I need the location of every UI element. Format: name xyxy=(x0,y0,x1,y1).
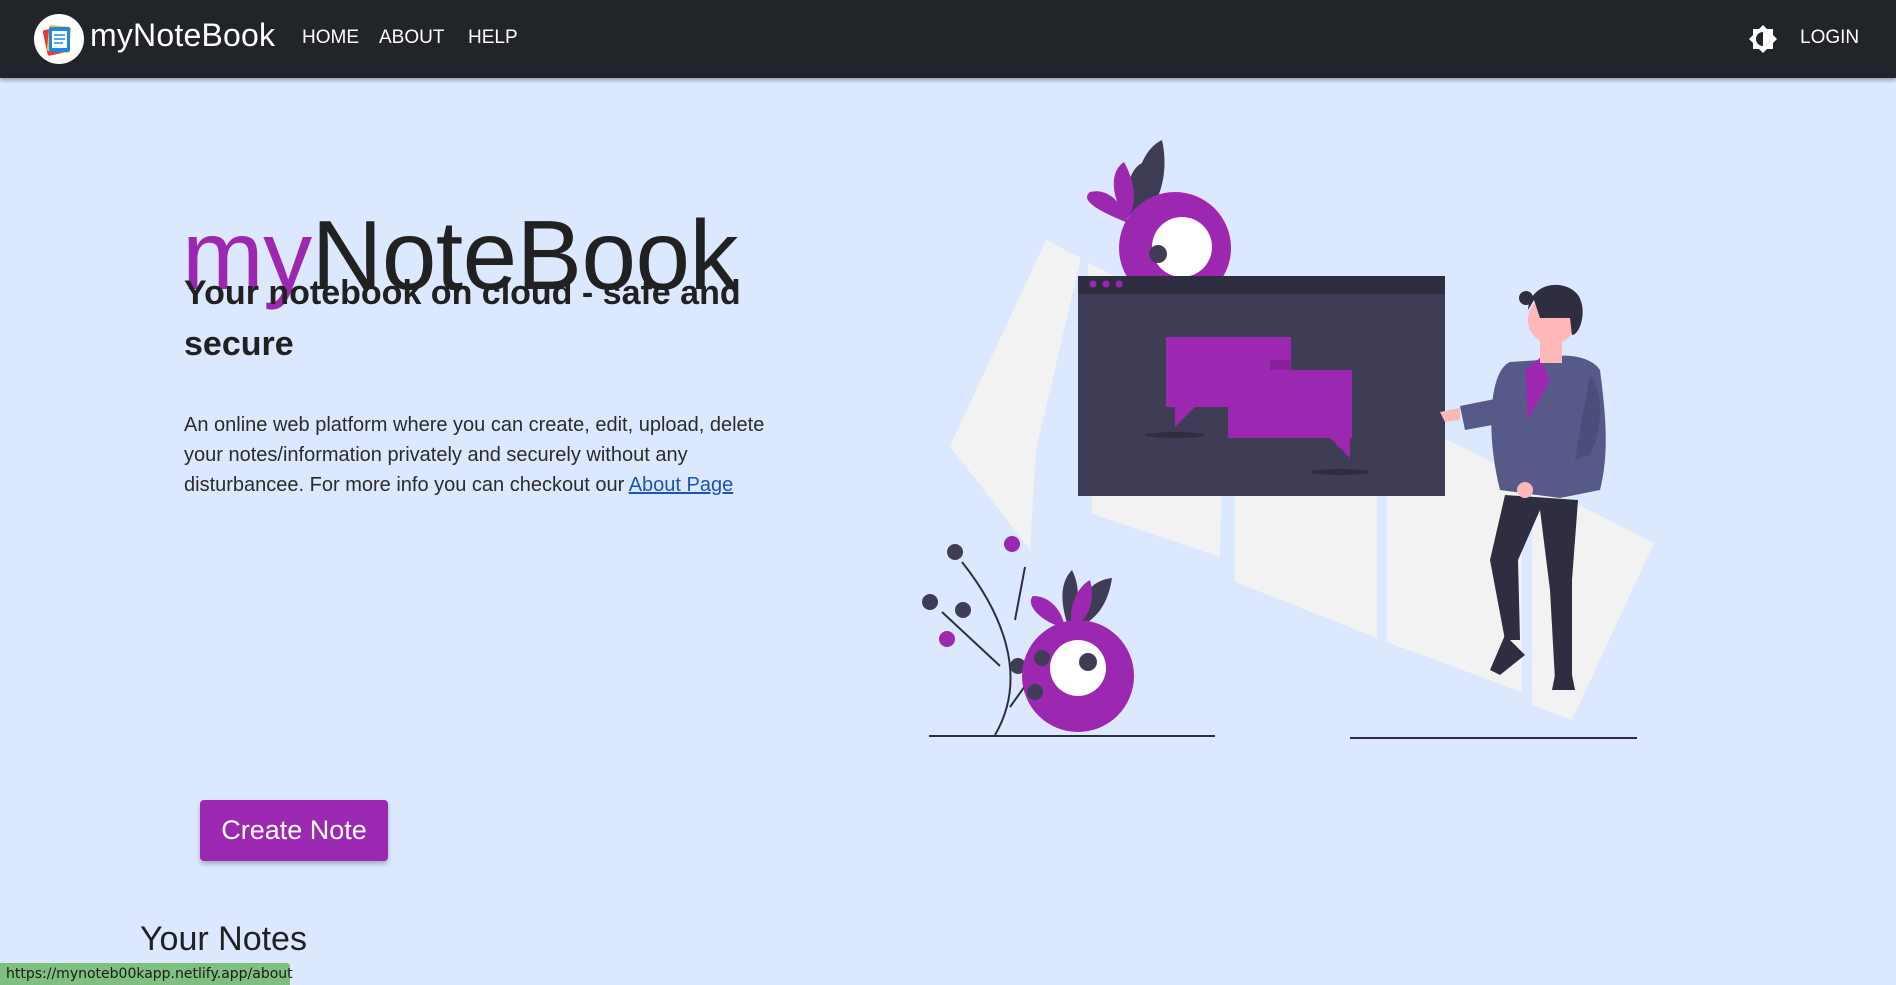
nav-help[interactable]: HELP xyxy=(468,27,518,49)
notebook-logo-icon[interactable] xyxy=(34,14,84,64)
login-button[interactable]: LOGIN xyxy=(1800,27,1859,49)
nav-about[interactable]: ABOUT xyxy=(379,27,444,49)
hero-illustration xyxy=(922,140,1654,739)
top-navbar: myNoteBook HOME ABOUT HELP LOGIN xyxy=(0,0,1896,78)
brightness-icon[interactable] xyxy=(1748,24,1778,54)
browser-status-url: https://mynoteb00kapp.netlify.app/about xyxy=(0,963,293,985)
about-page-link[interactable]: About Page xyxy=(629,474,734,496)
brand-name[interactable]: myNoteBook xyxy=(90,17,275,54)
your-notes-heading: Your Notes xyxy=(140,920,307,958)
nav-home[interactable]: HOME xyxy=(302,27,359,49)
browser-window xyxy=(1078,276,1445,496)
create-note-button[interactable]: Create Note xyxy=(200,800,388,861)
hero-description: An online web platform where you can cre… xyxy=(184,410,804,500)
hero-subtitle: Your notebook on cloud - safe and secure xyxy=(184,274,741,363)
